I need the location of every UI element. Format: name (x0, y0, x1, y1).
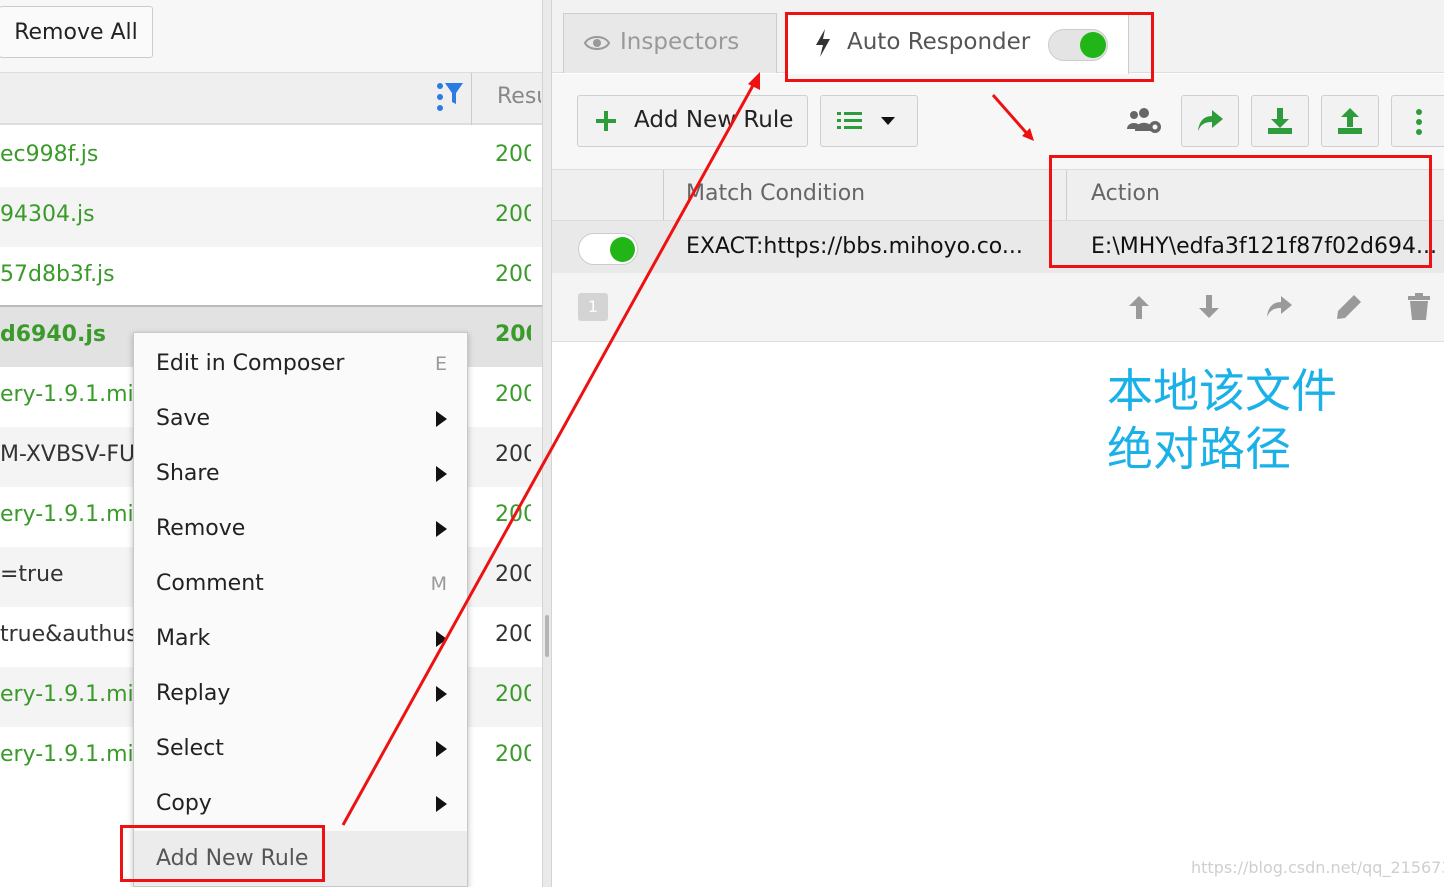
rule-match-condition: EXACT:https://bbs.mihoyo.co... (686, 234, 1023, 259)
rule-list-dropdown[interactable] (820, 95, 918, 147)
menu-item-shortcut: M (430, 573, 447, 595)
menu-item-copy[interactable]: Copy (134, 776, 467, 831)
column-divider (663, 170, 664, 220)
filter-icon[interactable] (432, 80, 466, 114)
menu-item-label: Share (156, 461, 220, 486)
pane-splitter[interactable] (542, 0, 552, 887)
trash-icon[interactable] (1404, 292, 1434, 322)
session-result: 200 (495, 382, 531, 407)
menu-item-share[interactable]: Share (134, 446, 467, 501)
session-row[interactable]: ec998f.js 200 (0, 127, 542, 187)
toggle-knob (610, 237, 635, 262)
splitter-grip[interactable] (545, 615, 549, 657)
menu-item-label: Copy (156, 791, 212, 816)
menu-item-remove[interactable]: Remove (134, 501, 467, 556)
session-url: true&authus (0, 622, 138, 647)
share-arrow-icon (1198, 110, 1223, 131)
match-condition-header[interactable]: Match Condition (686, 181, 865, 206)
pencil-icon[interactable] (1334, 292, 1364, 322)
menu-item-comment[interactable]: Comment M (134, 556, 467, 611)
arrow-up-icon[interactable] (1124, 292, 1154, 322)
session-url: d6940.js (0, 322, 106, 347)
watermark: https://blog.csdn.net/qq_21567385 (1191, 858, 1444, 877)
session-url: ery-1.9.1.min (0, 382, 148, 407)
arrow-down-icon[interactable] (1194, 292, 1224, 322)
session-result: 200 (495, 742, 531, 767)
tab-inspectors-label: Inspectors (620, 29, 740, 55)
menu-item-label: Edit in Composer (156, 351, 345, 376)
submenu-arrow-icon (436, 411, 447, 427)
menu-item-select[interactable]: Select (134, 721, 467, 776)
menu-item-label: Remove (156, 516, 246, 541)
session-url: =true (0, 562, 64, 587)
plus-icon (596, 111, 616, 131)
highlight-box-add-new-rule (120, 825, 325, 882)
session-url: ery-1.9.1.min (0, 682, 148, 707)
result-column-header[interactable]: Resu (497, 84, 541, 109)
session-row[interactable]: 57d8b3f.js 200 (0, 247, 542, 307)
session-url: ery-1.9.1.min (0, 502, 148, 527)
download-icon (1268, 108, 1292, 134)
rule-count-badge: 1 (578, 293, 608, 321)
column-divider (471, 73, 472, 125)
menu-item-mark[interactable]: Mark (134, 611, 467, 666)
session-result: 200 (495, 622, 531, 647)
menu-item-label: Save (156, 406, 211, 431)
session-result: 200 (495, 322, 531, 347)
session-url: ec998f.js (0, 142, 99, 167)
menu-item-save[interactable]: Save (134, 391, 467, 446)
share-arrow-icon[interactable] (1264, 292, 1294, 322)
highlight-box-auto-responder (785, 12, 1154, 82)
more-vertical-icon (1416, 109, 1422, 135)
context-menu: Edit in Composer E Save Share Remove Com… (133, 332, 468, 887)
remove-all-button[interactable]: Remove All (0, 6, 153, 58)
rule-editor-footer (552, 273, 1444, 342)
session-url: ery-1.9.1.min (0, 742, 148, 767)
session-result: 200 (495, 682, 531, 707)
submenu-arrow-icon (436, 741, 447, 757)
list-icon (837, 112, 862, 129)
menu-item-label: Mark (156, 626, 211, 651)
submenu-arrow-icon (436, 631, 447, 647)
caret-down-icon (881, 117, 895, 125)
submenu-arrow-icon (436, 521, 447, 537)
add-new-rule-label: Add New Rule (634, 107, 794, 133)
eye-icon (584, 36, 610, 50)
session-result: 200 (495, 562, 531, 587)
session-result: 200 (495, 502, 531, 527)
session-result: 200 (495, 442, 531, 467)
menu-item-shortcut: E (434, 353, 447, 375)
submenu-arrow-icon (436, 466, 447, 482)
menu-item-label: Select (156, 736, 224, 761)
menu-item-edit-in-composer[interactable]: Edit in Composer E (134, 336, 467, 391)
menu-item-label: Replay (156, 681, 231, 706)
session-row[interactable]: 94304.js 200 (0, 187, 542, 247)
session-result: 200 (495, 202, 531, 227)
menu-item-replay[interactable]: Replay (134, 666, 467, 721)
users-gear-icon[interactable] (1125, 107, 1163, 137)
submenu-arrow-icon (436, 686, 447, 702)
menu-item-label: Comment (156, 571, 264, 596)
submenu-arrow-icon (436, 796, 447, 812)
session-url: M-XVBSV-FUC (0, 442, 151, 467)
annotation-note: 本地该文件 绝对路径 (1107, 364, 1337, 476)
session-result: 200 (495, 262, 531, 287)
session-url: 57d8b3f.js (0, 262, 115, 287)
upload-icon (1338, 108, 1362, 134)
highlight-box-action (1049, 155, 1432, 268)
session-url: 94304.js (0, 202, 95, 227)
session-result: 200 (495, 142, 531, 167)
